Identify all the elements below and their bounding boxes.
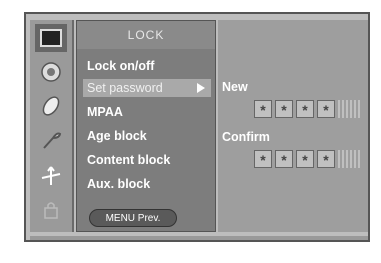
password-digit[interactable]: * (317, 150, 335, 168)
option-icon[interactable] (35, 126, 67, 154)
setup-icon[interactable] (35, 162, 67, 190)
password-digit[interactable]: * (254, 150, 272, 168)
menu-item-lock-onoff[interactable]: Lock on/off (83, 57, 211, 75)
confirm-password-field[interactable]: * * * * (254, 150, 362, 168)
password-digit[interactable]: * (317, 100, 335, 118)
picture-icon[interactable] (35, 24, 67, 52)
menu-item-age-block[interactable]: Age block (83, 127, 211, 145)
audio-icon[interactable] (35, 58, 67, 86)
right-arrow-icon (197, 83, 205, 93)
new-password-field[interactable]: * * * * (254, 100, 362, 118)
menu-title: LOCK (77, 21, 215, 49)
password-digit[interactable]: * (275, 100, 293, 118)
field-decoration (338, 100, 362, 118)
password-panel: New * * * * Confirm * * * * (218, 20, 368, 232)
time-icon[interactable] (35, 92, 67, 120)
menu-prev-button[interactable]: MENU Prev. (89, 209, 177, 227)
password-digit[interactable]: * (296, 100, 314, 118)
bottom-bar (30, 236, 368, 240)
menu-item-mpaa[interactable]: MPAA (83, 103, 211, 121)
tv-osd-frame: LOCK Lock on/off Set password MPAA Age b… (24, 12, 370, 242)
lock-icon[interactable] (35, 196, 67, 224)
menu-item-label: Set password (87, 81, 163, 95)
confirm-password-label: Confirm (222, 130, 270, 144)
menu-item-set-password[interactable]: Set password (83, 79, 211, 97)
menu-item-content-block[interactable]: Content block (83, 151, 211, 169)
lock-menu-panel: LOCK Lock on/off Set password MPAA Age b… (76, 20, 216, 232)
new-password-label: New (222, 80, 248, 94)
password-digit[interactable]: * (275, 150, 293, 168)
password-digit[interactable]: * (254, 100, 272, 118)
menu-icon-bar (30, 20, 74, 232)
menu-item-aux-block[interactable]: Aux. block (83, 175, 211, 193)
password-digit[interactable]: * (296, 150, 314, 168)
field-decoration (338, 150, 362, 168)
